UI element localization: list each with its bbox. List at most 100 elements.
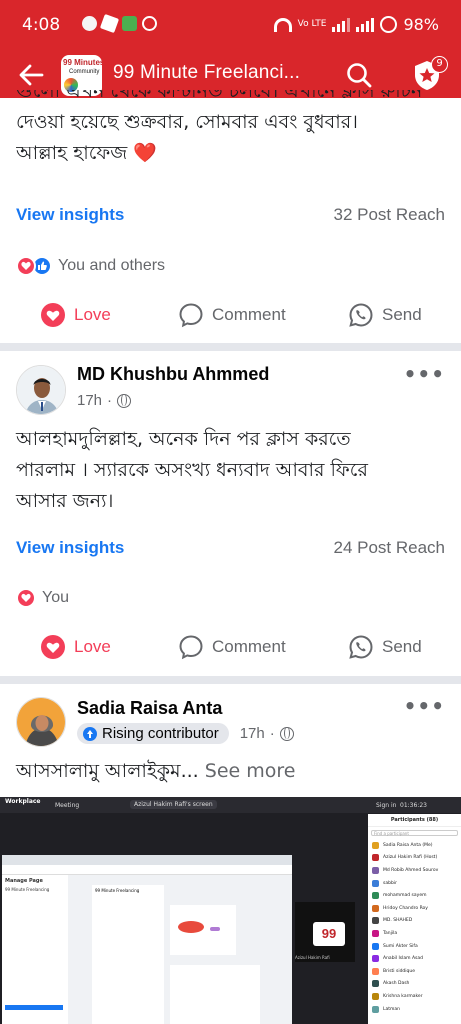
post-2-author-avatar[interactable] [16,365,66,415]
love-reaction-icon [16,588,36,608]
post-3-attached-image[interactable]: Workplace Meeting Azizul Hakim Rafi's sc… [0,797,461,1024]
post-3-text: আসসালামু আলাইকুম... See more [16,756,295,787]
participant-avatar [372,917,379,925]
meta-separator: · [107,392,113,409]
post-divider [0,343,461,351]
participant-avatar [372,892,379,900]
sidebar-blue-button [5,1005,63,1010]
group-title[interactable]: 99 Minute Freelanci... [113,62,300,84]
post-1-comment-button[interactable]: Comment [178,295,286,335]
participant-name: Latman [383,1006,401,1012]
meeting-clock: 01:36:23 [400,802,427,809]
workplace-logo: Workplace [5,798,41,805]
participant-name: sabbir [383,880,397,886]
meta-separator: · [269,725,275,742]
post-3-time[interactable]: 17h [240,725,265,742]
participant-avatar [372,1005,379,1013]
participant-name: Hridoy Chandro Roy [383,905,428,911]
send-label: Send [382,637,422,656]
participant-row: sabbir [368,877,461,890]
notification-badge: 9 [431,56,448,73]
participant-row: Akash Dash [368,978,461,991]
admin-shield-button[interactable]: 9 [410,56,448,92]
post-1-line-top: গুলো এখন থেকে কন্টিনিউ চলবে। এখানে ক্লাস… [16,90,423,102]
post-3-text-body: আসসালামু আলাইকুম... [16,760,199,782]
manage-page-label: Manage Page [5,878,43,884]
volte-label: Vo LTE [297,19,327,29]
system-indicators: Vo LTE 98% [273,15,439,34]
participant-name: Anabil Islam Asad [383,956,424,962]
battery-percent: 98% [403,15,439,34]
shared-feed-title: 99 Minute Freelancing [95,888,140,893]
post-1-love-button[interactable]: Love [40,295,111,335]
participant-avatar [372,967,379,975]
post-1-action-bar: Love Comment Send [0,295,461,335]
search-icon[interactable] [345,61,373,89]
participant-row: Md Robib Ahmed Sourov [368,864,461,877]
post-2-love-button[interactable]: Love [40,627,111,667]
post-2-author-name[interactable]: MD Khushbu Ahmmed [77,364,269,385]
participant-row: Azizul Hakim Rafi (Host) [368,852,461,865]
post-1-line-2: দেওয়া হয়েছে শুক্রবার, সোমবার এবং বুধবা… [16,111,358,133]
participant-avatar [372,955,379,963]
post-2-text: আলহামদুলিল্লাহ, অনেক দিন পর ক্লাস করতে প… [16,424,456,517]
post-2-comment-button[interactable]: Comment [178,627,286,667]
participant-avatar [372,942,379,950]
post-2-view-insights-link[interactable]: View insights [16,538,124,558]
host-video-thumbnail: 99 Azizul Hakim Rafi [295,902,355,962]
love-reaction-icon [16,256,36,276]
wifi-icon [273,17,292,32]
shared-feed: 99 Minute Freelancing [92,885,164,1024]
shared-card [170,905,236,955]
battery-icon [380,16,398,33]
messenger-icon [82,16,97,31]
participant-name: Tanjila [383,930,398,936]
see-more-link[interactable]: See more [205,760,296,782]
participant-avatar [372,904,379,912]
participant-name: Akash Dash [383,981,410,987]
post-2-more-icon[interactable]: ••• [404,362,445,386]
group-logo-text: 99 Minutes Freel [63,58,102,67]
post-2-time[interactable]: 17h [77,392,102,409]
participant-avatar [372,879,379,887]
post-3-author-avatar[interactable] [16,697,66,747]
post-2-reactions[interactable]: You [16,588,69,608]
chat-app-icon [122,16,137,31]
participant-row: Sumi Akter Sifa [368,940,461,953]
post-2-action-bar: Love Comment Send [0,627,461,667]
post-3-author-name[interactable]: Sadia Raisa Anta [77,698,222,719]
shared-card-2 [170,965,260,1024]
post-2-line-3: আসার জন্য। [16,490,114,512]
rising-contributor-badge[interactable]: Rising contributor [77,723,229,744]
facebook-bar [2,865,292,875]
alarm-icon [142,16,157,31]
participants-list: Sadia Raisa Anta (Me) Azizul Hakim Rafi (… [368,839,461,1015]
comment-label: Comment [212,305,286,324]
post-1-reach: 32 Post Reach [333,205,445,224]
post-3-more-icon[interactable]: ••• [404,694,445,718]
99-logo: 99 [313,922,345,946]
post-1-reactors: You and others [58,257,166,274]
love-label: Love [74,637,111,656]
sign-in-label: Sign in [376,802,397,809]
participant-avatar [372,866,379,874]
back-arrow-icon[interactable] [16,60,46,90]
participant-avatar [372,854,379,862]
post-2-send-button[interactable]: Send [348,627,422,667]
participant-row: Hridoy Chandro Roy [368,902,461,915]
page-name-label: 99 Minute Freelancing [5,887,50,892]
comment-icon [179,635,203,660]
participant-name: Md Robib Ahmed Sourov [383,867,439,873]
post-1-text: গুলো এখন থেকে কন্টিনিউ চলবে। এখানে ক্লাস… [16,90,456,184]
group-logo-subtext: Community [69,69,100,75]
post-divider [0,676,461,684]
participant-row: mohammad sayem [368,889,461,902]
post-1-view-insights-link[interactable]: View insights [16,205,124,225]
meeting-label: Meeting [55,802,80,809]
post-2-meta: 17h · [77,392,132,409]
post-1-reactions[interactable]: You and others [16,256,165,276]
post-1-send-button[interactable]: Send [348,295,422,335]
love-label: Love [74,305,111,324]
participant-avatar [372,841,379,849]
participant-row: Krishna karmaker [368,990,461,1003]
